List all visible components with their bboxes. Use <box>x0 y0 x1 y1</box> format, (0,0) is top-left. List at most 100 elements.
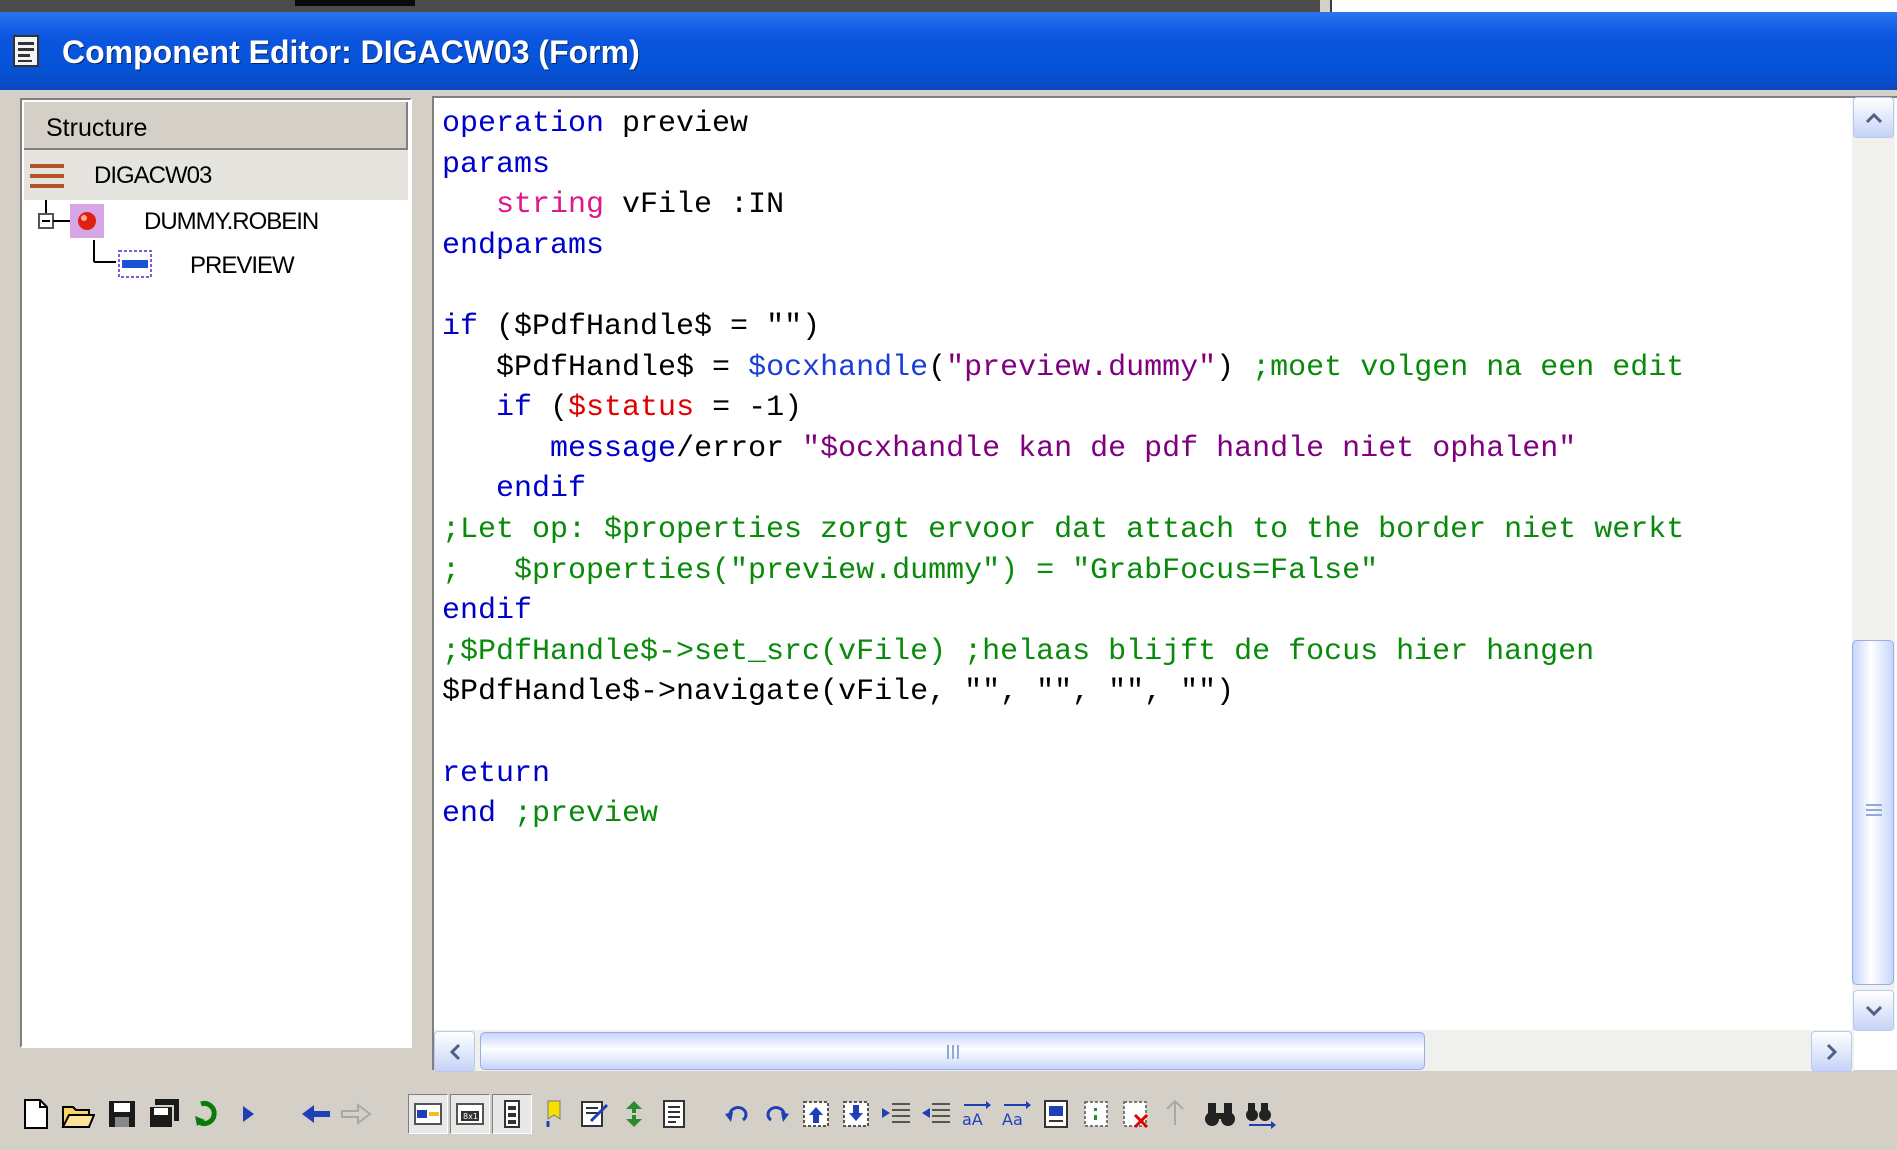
undo-icon <box>725 1106 748 1122</box>
scroll-down-button[interactable] <box>1853 990 1894 1031</box>
forward-icon <box>341 1103 372 1125</box>
uncomment-button[interactable] <box>1116 1094 1156 1134</box>
code-text-segment: preview <box>604 107 749 141</box>
find-next-button[interactable] <box>1240 1094 1280 1134</box>
page-button[interactable] <box>1036 1094 1076 1134</box>
find-icon <box>1205 1103 1235 1126</box>
code-text-segment: $PdfHandle$ = <box>496 350 749 385</box>
field-icon <box>118 250 152 278</box>
find-next-icon <box>1246 1103 1276 1129</box>
code-comment: ;Let op: $properties zorgt ervoor dat at… <box>442 512 1685 547</box>
code-comment: "GrabFocus=False" <box>1072 553 1379 588</box>
refresh-button[interactable] <box>614 1094 654 1134</box>
tree-node-digacw03[interactable]: DIGACW03 <box>94 162 212 190</box>
code-variable: $status <box>568 391 695 426</box>
code-keyword: message <box>550 431 677 466</box>
tree-node-preview[interactable]: PREVIEW <box>190 252 295 280</box>
view-list-button[interactable] <box>492 1094 532 1134</box>
code-text-segment: = -1) <box>694 391 803 426</box>
svg-text:8x1: 8x1 <box>463 1112 478 1121</box>
view-structure-icon <box>414 1103 442 1125</box>
scroll-right-button[interactable] <box>1811 1031 1852 1072</box>
vertical-scroll-thumb[interactable] <box>1852 640 1894 985</box>
view-list-icon <box>504 1100 520 1128</box>
bookmark-button[interactable] <box>534 1094 574 1134</box>
code-text-segment: ) <box>1216 350 1235 385</box>
view-8x1-button[interactable]: 8x1 <box>450 1094 490 1134</box>
redo-icon <box>766 1106 789 1122</box>
background-window-client <box>1330 0 1897 12</box>
code-keyword: return <box>442 756 551 791</box>
document-button[interactable] <box>654 1094 694 1134</box>
document-icon <box>663 1100 685 1128</box>
outdent-icon <box>843 1101 869 1127</box>
back-icon <box>302 1105 330 1123</box>
back-button[interactable] <box>296 1094 336 1134</box>
forward-button[interactable] <box>336 1094 376 1134</box>
increase-indent-icon <box>882 1103 910 1123</box>
check-button[interactable] <box>574 1094 614 1134</box>
paste-icon <box>1166 1099 1184 1125</box>
run-button[interactable] <box>228 1094 268 1134</box>
form-icon <box>30 164 64 188</box>
decrease-indent-button[interactable] <box>916 1094 956 1134</box>
paste-button[interactable] <box>1156 1094 1196 1134</box>
compile-button[interactable] <box>188 1094 228 1134</box>
redo-button[interactable] <box>756 1094 796 1134</box>
title-bar[interactable]: Component Editor: DIGACW03 (Form) <box>0 12 1897 90</box>
code-type: string <box>496 188 605 223</box>
code-text-segment: $PdfHandle$->navigate(vFile, "", "", "",… <box>442 675 1235 710</box>
tree-node-dummy-robein[interactable]: DUMMY.ROBEIN <box>144 208 319 236</box>
chevron-left-icon <box>449 1043 460 1060</box>
code-text[interactable]: operation preview params string vFile :I… <box>442 104 1684 835</box>
view-structure-button[interactable] <box>408 1094 448 1134</box>
uppercase-button[interactable]: aA <box>956 1094 996 1134</box>
save-all-button[interactable] <box>144 1094 184 1134</box>
save-button[interactable] <box>102 1094 142 1134</box>
open-button[interactable] <box>58 1094 98 1134</box>
code-keyword: end <box>442 797 497 832</box>
lowercase-button[interactable]: Aa <box>996 1094 1036 1134</box>
document-icon <box>13 35 39 67</box>
code-text-segment: vFile :IN <box>604 188 785 223</box>
indent-button[interactable] <box>796 1094 836 1134</box>
code-text-segment: ( <box>928 350 947 385</box>
increase-indent-button[interactable] <box>876 1094 916 1134</box>
decrease-indent-icon <box>922 1103 950 1123</box>
entity-icon <box>70 204 104 238</box>
code-comment: ;$PdfHandle$->set_src(vFile) ;helaas bli… <box>442 634 1595 669</box>
code-string: "preview.dummy" <box>946 350 1217 385</box>
find-button[interactable] <box>1200 1094 1240 1134</box>
code-string: "$ocxhandle kan de pdf handle niet ophal… <box>802 431 1577 466</box>
comment-icon <box>1084 1101 1108 1127</box>
bookmark-icon <box>546 1100 561 1127</box>
horizontal-scroll-thumb[interactable] <box>480 1032 1425 1070</box>
save-all-icon <box>148 1099 179 1129</box>
view-8x1-icon: 8x1 <box>456 1103 484 1125</box>
open-icon <box>61 1106 95 1128</box>
new-button[interactable] <box>16 1094 56 1134</box>
grip-icon <box>1866 804 1882 816</box>
scroll-up-button[interactable] <box>1853 97 1894 138</box>
background-window-highlight <box>295 0 415 6</box>
tree-node-selected-bg <box>24 150 408 200</box>
code-text-segment: ( <box>532 391 569 426</box>
structure-tree[interactable]: Structure DIGACW03 DUMMY.ROBEIN PREVIEW <box>20 98 412 1048</box>
code-keyword: if <box>442 309 479 344</box>
comment-button[interactable] <box>1076 1094 1116 1134</box>
uncomment-icon <box>1123 1101 1149 1129</box>
code-keyword: endif <box>442 594 533 629</box>
grip-icon <box>946 1045 959 1059</box>
code-editor[interactable]: operation preview params string vFile :I… <box>432 96 1897 1070</box>
undo-button[interactable] <box>718 1094 758 1134</box>
chevron-down-icon <box>1865 1005 1882 1016</box>
toolbar: 8x1 aA Aa <box>0 1084 1897 1150</box>
scroll-left-button[interactable] <box>434 1031 475 1072</box>
code-function: $ocxhandle <box>748 350 929 385</box>
structure-header: Structure <box>24 102 408 150</box>
code-comment: ;moet volgen na een edit <box>1234 350 1685 385</box>
chevron-up-icon <box>1865 112 1882 123</box>
code-keyword: params <box>442 147 551 182</box>
code-keyword: if <box>496 391 533 426</box>
outdent-button[interactable] <box>836 1094 876 1134</box>
